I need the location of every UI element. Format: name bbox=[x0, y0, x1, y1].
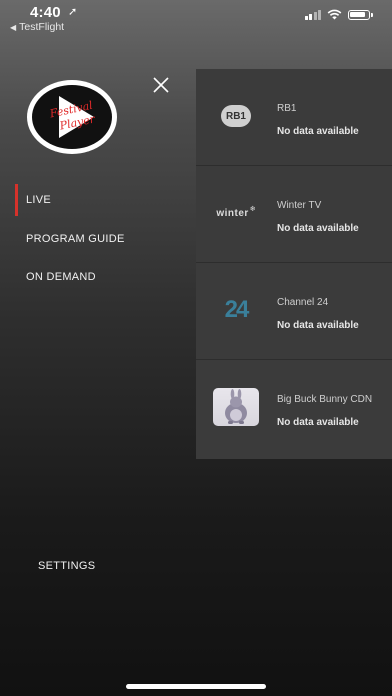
channel-row-rb1[interactable]: RB1 RB1 No data available bbox=[196, 69, 392, 166]
status-indicators bbox=[304, 9, 373, 20]
menu-item-program-guide[interactable]: PROGRAM GUIDE bbox=[26, 233, 125, 245]
channel-status: No data available bbox=[277, 320, 359, 331]
active-menu-indicator bbox=[15, 184, 18, 216]
channel-24-logo: 24 bbox=[224, 296, 250, 323]
back-triangle-icon: ◀ bbox=[10, 23, 17, 32]
channel-row-winter-tv[interactable]: winter ❄ Winter TV No data available bbox=[196, 166, 392, 263]
channel-name: RB1 bbox=[277, 103, 297, 114]
battery-icon bbox=[348, 9, 373, 20]
winter-logo-mark-icon: ❄ bbox=[249, 206, 256, 213]
location-arrow-icon: ➚ bbox=[68, 6, 78, 18]
close-icon[interactable] bbox=[150, 74, 172, 96]
channel-status: No data available bbox=[277, 223, 359, 234]
channel-status: No data available bbox=[277, 126, 359, 137]
bunny-thumbnail-image bbox=[213, 388, 259, 426]
channel-logo: winter ❄ bbox=[213, 194, 259, 232]
channel-row-big-buck-bunny[interactable]: Big Buck Bunny CDN No data available bbox=[196, 360, 392, 457]
status-bar: 4:40 ➚ ◀ TestFlight bbox=[0, 0, 392, 36]
back-to-app-link[interactable]: ◀ TestFlight bbox=[10, 21, 64, 33]
winter-logo-text: winter bbox=[216, 207, 249, 219]
channel-name: Winter TV bbox=[277, 200, 322, 211]
channel-row-channel-24[interactable]: 24 Channel 24 No data available bbox=[196, 263, 392, 360]
channel-status: No data available bbox=[277, 417, 359, 428]
cellular-signal-icon bbox=[304, 9, 321, 20]
festival-player-logo: Festival Player bbox=[27, 80, 117, 154]
channel-name: Channel 24 bbox=[277, 297, 329, 308]
channel-logo: 24 bbox=[213, 291, 259, 329]
status-time: 4:40 bbox=[30, 4, 61, 21]
channel-list: RB1 RB1 No data available winter ❄ Winter… bbox=[196, 69, 392, 459]
menu-item-settings[interactable]: SETTINGS bbox=[38, 560, 95, 572]
menu-item-live[interactable]: LIVE bbox=[26, 194, 51, 206]
rb1-logo-badge: RB1 bbox=[221, 105, 251, 127]
channel-logo bbox=[213, 388, 259, 426]
channel-name: Big Buck Bunny CDN bbox=[277, 394, 373, 405]
menu-item-on-demand[interactable]: ON DEMAND bbox=[26, 271, 96, 283]
channel-logo: RB1 bbox=[213, 97, 259, 135]
wifi-icon bbox=[327, 9, 342, 20]
home-indicator[interactable] bbox=[126, 684, 266, 689]
back-app-label: TestFlight bbox=[19, 21, 65, 33]
